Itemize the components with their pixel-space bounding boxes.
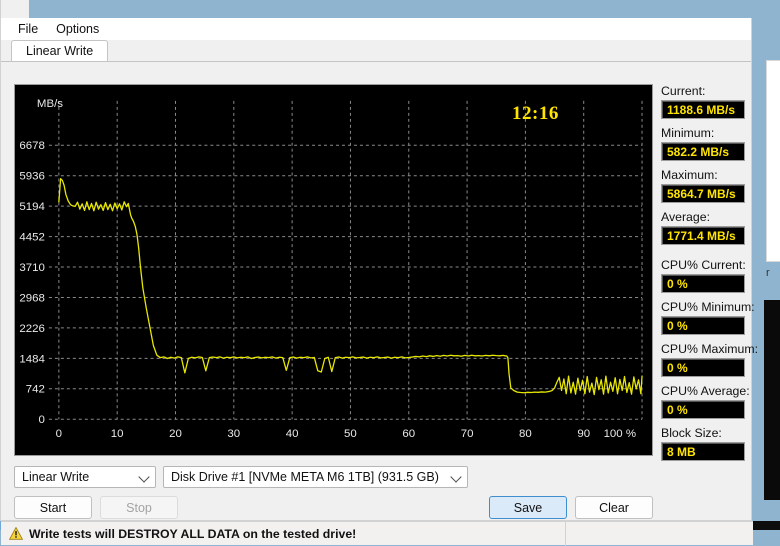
background-window-dark-panel	[764, 300, 780, 500]
content-area: 0 742 1484 2226 2968 3710 4452 5194 5936 6678 0 10…	[1, 62, 751, 520]
stat-cpu-current: CPU% Current: 0 %	[661, 258, 745, 293]
test-mode-value: Linear Write	[22, 470, 89, 484]
svg-text:80: 80	[519, 428, 532, 440]
warning-text: Write tests will DESTROY ALL DATA on the…	[29, 527, 356, 541]
stat-maximum: Maximum: 5864.7 MB/s	[661, 168, 745, 203]
stat-block-size: Block Size: 8 MB	[661, 426, 745, 461]
stat-label-cpu-maximum: CPU% Maximum:	[661, 342, 745, 356]
svg-text:6678: 6678	[19, 140, 44, 152]
svg-text:0: 0	[56, 428, 62, 440]
stat-value-cpu-average: 0 %	[661, 400, 745, 419]
stat-cpu-average: CPU% Average: 0 %	[661, 384, 745, 419]
linear-write-chart: 0 742 1484 2226 2968 3710 4452 5194 5936 6678 0 10…	[15, 85, 652, 455]
stat-label-cpu-minimum: CPU% Minimum:	[661, 300, 745, 314]
button-row: Start Stop Save Clear	[14, 496, 653, 519]
tab-strip: Linear Write	[1, 40, 751, 62]
elapsed-time-display: 12:16	[512, 103, 559, 125]
svg-text:100 %: 100 %	[604, 428, 636, 440]
app-window: File Options Linear Write 0 742 1484 2226 29…	[0, 18, 752, 521]
svg-text:90: 90	[577, 428, 590, 440]
stat-label-current: Current:	[661, 84, 745, 98]
stat-value-current: 1188.6 MB/s	[661, 100, 745, 119]
desktop-background: r File Options Linear Write 0 742 1484 2226…	[0, 0, 780, 530]
background-window-panel	[766, 60, 780, 262]
svg-text:50: 50	[344, 428, 357, 440]
svg-text:1484: 1484	[19, 353, 45, 365]
stat-cpu-minimum: CPU% Minimum: 0 %	[661, 300, 745, 335]
stat-label-minimum: Minimum:	[661, 126, 745, 140]
stat-value-cpu-current: 0 %	[661, 274, 745, 293]
selector-row: Linear Write Disk Drive #1 [NVMe META M6…	[14, 466, 653, 488]
svg-text:2968: 2968	[19, 292, 44, 304]
svg-text:3710: 3710	[19, 262, 44, 274]
stat-label-cpu-current: CPU% Current:	[661, 258, 745, 272]
menu-item-file[interactable]: File	[9, 20, 47, 38]
stat-value-average: 1771.4 MB/s	[661, 226, 745, 245]
drive-select[interactable]: Disk Drive #1 [NVMe META M6 1TB] (931.5 …	[163, 466, 468, 488]
svg-text:742: 742	[26, 384, 45, 396]
svg-text:0: 0	[39, 414, 45, 426]
background-window-glyph: r	[766, 267, 770, 279]
tab-linear-write[interactable]: Linear Write	[11, 40, 108, 62]
svg-text:5194: 5194	[19, 201, 45, 213]
statistics-panel: Current: 1188.6 MB/s Minimum: 582.2 MB/s Max…	[661, 84, 745, 468]
stat-cpu-maximum: CPU% Maximum: 0 %	[661, 342, 745, 377]
stat-value-block-size: 8 MB	[661, 442, 745, 461]
status-bar-separator	[565, 522, 566, 546]
svg-text:70: 70	[461, 428, 474, 440]
svg-text:10: 10	[111, 428, 124, 440]
svg-text:5936: 5936	[19, 171, 44, 183]
stat-value-cpu-minimum: 0 %	[661, 316, 745, 335]
stop-button: Stop	[100, 496, 178, 519]
chart-plot-area[interactable]: 0 742 1484 2226 2968 3710 4452 5194 5936 6678 0 10…	[14, 84, 653, 456]
start-button[interactable]: Start	[14, 496, 92, 519]
stat-current: Current: 1188.6 MB/s	[661, 84, 745, 119]
test-mode-select[interactable]: Linear Write	[14, 466, 156, 488]
svg-text:40: 40	[286, 428, 299, 440]
svg-text:60: 60	[402, 428, 415, 440]
menu-item-options[interactable]: Options	[47, 20, 108, 38]
stat-value-cpu-maximum: 0 %	[661, 358, 745, 377]
stat-value-maximum: 5864.7 MB/s	[661, 184, 745, 203]
drive-value: Disk Drive #1 [NVMe META M6 1TB] (931.5 …	[171, 470, 439, 484]
stat-minimum: Minimum: 582.2 MB/s	[661, 126, 745, 161]
save-button[interactable]: Save	[489, 496, 567, 519]
stat-label-cpu-average: CPU% Average:	[661, 384, 745, 398]
clear-button[interactable]: Clear	[575, 496, 653, 519]
stat-label-average: Average:	[661, 210, 745, 224]
chevron-down-icon	[450, 471, 461, 482]
warning-triangle-icon	[9, 527, 23, 540]
svg-text:20: 20	[169, 428, 182, 440]
controls-area: Linear Write Disk Drive #1 [NVMe META M6…	[14, 466, 653, 519]
warning-status-bar: Write tests will DESTROY ALL DATA on the…	[1, 521, 753, 545]
chart-unit-label: MB/s	[37, 98, 63, 110]
stat-label-block-size: Block Size:	[661, 426, 745, 440]
stat-label-maximum: Maximum:	[661, 168, 745, 182]
svg-text:2226: 2226	[19, 323, 44, 335]
svg-text:4452: 4452	[19, 232, 44, 244]
stat-value-minimum: 582.2 MB/s	[661, 142, 745, 161]
chevron-down-icon	[138, 471, 149, 482]
svg-text:30: 30	[227, 428, 240, 440]
stat-average: Average: 1771.4 MB/s	[661, 210, 745, 245]
menu-bar: File Options	[1, 18, 751, 40]
